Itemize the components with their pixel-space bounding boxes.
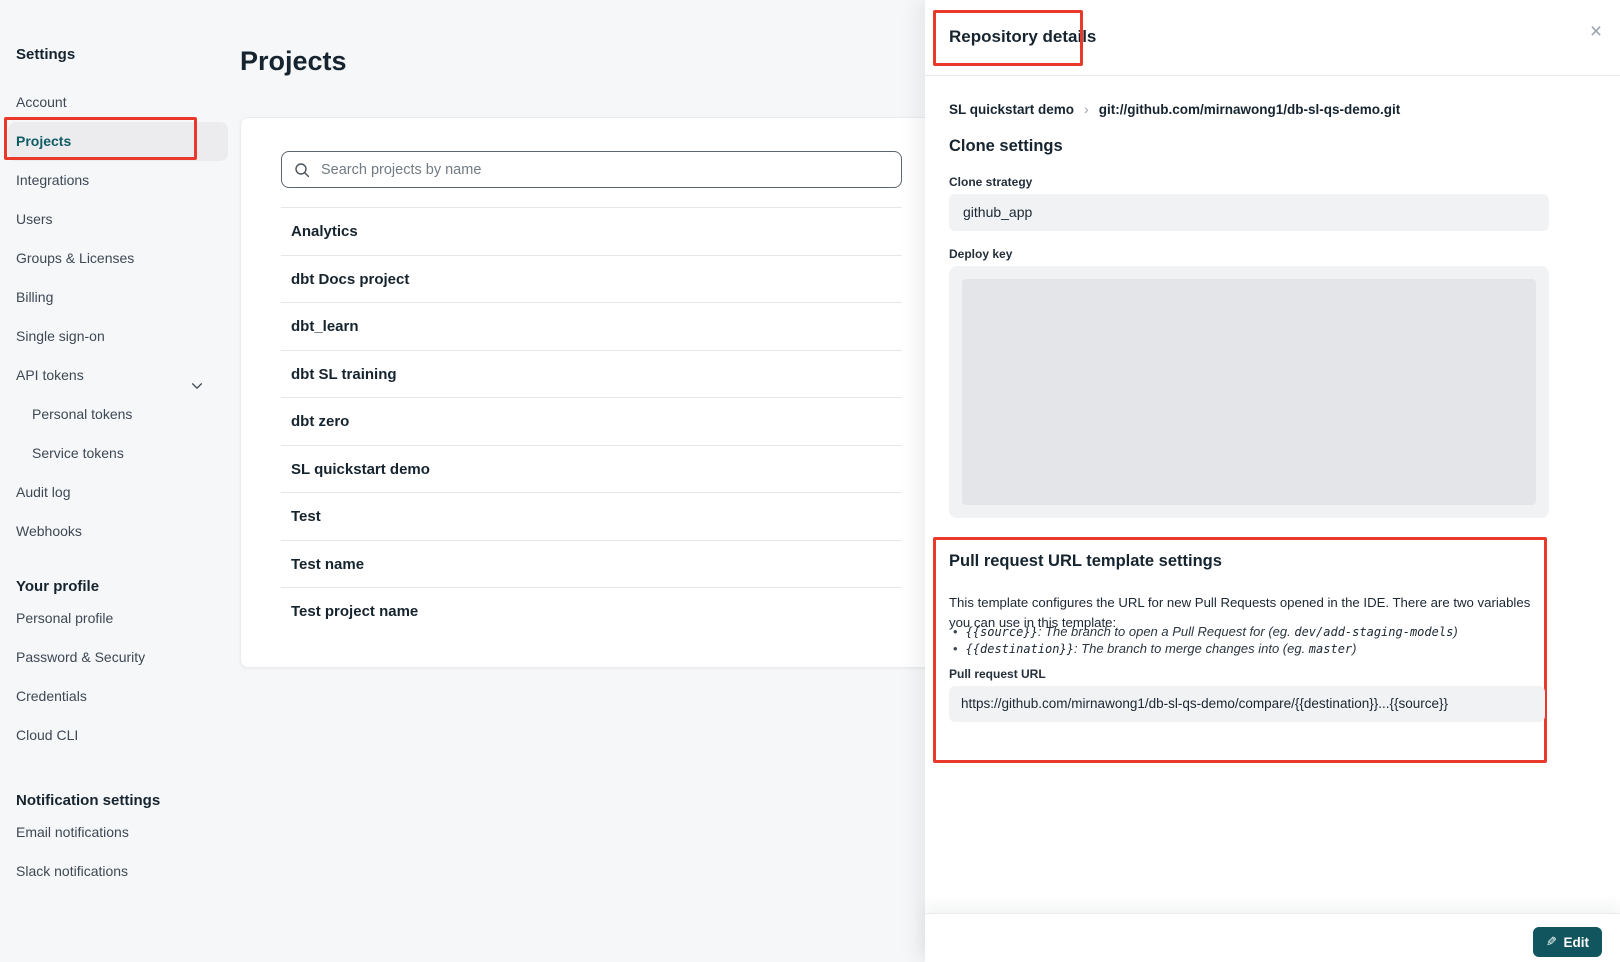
sidebar-item-integrations[interactable]: Integrations [0,161,240,200]
sidebar-heading-your-profile: Your profile [16,575,240,599]
sidebar-item-webhooks[interactable]: Webhooks [0,512,240,551]
variable-suffix: ) [1453,624,1457,639]
project-row-sl-quickstart-demo[interactable]: SL quickstart demo [281,445,902,493]
sidebar-item-service-tokens[interactable]: Service tokens [0,434,240,473]
sidebar-item-single-sign-on[interactable]: Single sign-on [0,317,240,356]
clone-settings-heading: Clone settings [949,137,1063,156]
project-row-dbt-zero[interactable]: dbt zero [281,397,902,445]
sidebar-item-personal-tokens[interactable]: Personal tokens [0,395,240,434]
close-icon[interactable]: × [1584,20,1608,44]
project-row-dbt-learn[interactable]: dbt_learn [281,302,902,350]
projects-card: Analyticsdbt Docs projectdbt_learndbt SL… [240,117,1010,668]
sidebar-item-billing[interactable]: Billing [0,278,240,317]
sidebar-item-credentials[interactable]: Credentials [0,677,240,716]
repository-details-panel: Repository details × SL quickstart demo … [925,0,1620,962]
sidebar-title: Settings [16,46,240,63]
project-row-analytics[interactable]: Analytics [281,207,902,255]
settings-sidebar: Settings AccountProjectsIntegrationsUser… [0,0,240,891]
panel-header: Repository details × [925,0,1620,76]
sidebar-item-slack-notifications[interactable]: Slack notifications [0,852,240,891]
project-list: Analyticsdbt Docs projectdbt_learndbt SL… [281,207,902,635]
pr-url-label: Pull request URL [949,667,1046,681]
variable-description: : The branch to open a Pull Request for … [1038,624,1295,639]
sidebar-item-email-notifications[interactable]: Email notifications [0,813,240,852]
sidebar-nav: AccountProjectsIntegrationsUsersGroups &… [0,83,240,891]
sidebar-heading-notification-settings: Notification settings [16,789,240,813]
sidebar-item-groups-licenses[interactable]: Groups & Licenses [0,239,240,278]
project-row-dbt-docs-project[interactable]: dbt Docs project [281,255,902,303]
pr-url-field: https://github.com/mirnawong1/db-sl-qs-d… [949,686,1545,722]
pr-template-variables: {{source}}: The branch to open a Pull Re… [951,624,1458,657]
clone-strategy-label: Clone strategy [949,175,1032,189]
breadcrumb-project: SL quickstart demo [949,102,1074,117]
chevron-down-icon[interactable] [190,369,204,383]
deploy-key-field [949,266,1549,518]
project-row-test-project-name[interactable]: Test project name [281,587,902,635]
pencil-icon: ✎ [1546,934,1557,950]
pr-template-variable: {{source}}: The branch to open a Pull Re… [951,624,1458,641]
variable-example: master [1309,642,1352,656]
project-row-dbt-sl-training[interactable]: dbt SL training [281,350,902,398]
sidebar-item-audit-log[interactable]: Audit log [0,473,240,512]
search-box[interactable] [281,151,902,188]
page-title: Projects [240,46,347,77]
variable-code: {{source}} [966,625,1038,639]
annotation-box-pr-template: Pull request URL template settings This … [933,537,1547,763]
panel-footer: ✎ Edit [925,913,1620,962]
chevron-right-icon: › [1084,101,1089,117]
search-icon [294,162,310,178]
project-row-test-name[interactable]: Test name [281,540,902,588]
project-row-test[interactable]: Test [281,492,902,540]
sidebar-item-users[interactable]: Users [0,200,240,239]
sidebar-item-personal-profile[interactable]: Personal profile [0,599,240,638]
annotation-box-sidebar-projects [4,117,197,160]
edit-button[interactable]: ✎ Edit [1533,927,1602,957]
variable-code: {{destination}} [966,642,1074,656]
search-input[interactable] [319,161,889,179]
breadcrumb: SL quickstart demo › git://github.com/mi… [949,101,1400,117]
sidebar-item-account[interactable]: Account [0,83,240,122]
panel-title: Repository details [949,27,1096,47]
sidebar-item-password-security[interactable]: Password & Security [0,638,240,677]
panel-body: SL quickstart demo › git://github.com/mi… [925,76,1620,913]
edit-button-label: Edit [1564,935,1590,950]
breadcrumb-repo-url: git://github.com/mirnawong1/db-sl-qs-dem… [1099,102,1400,117]
sidebar-item-api-tokens[interactable]: API tokens [0,356,240,395]
variable-example: dev/add-staging-models [1294,625,1453,639]
sidebar-item-projects[interactable]: Projects [8,122,228,161]
clone-strategy-field: github_app [949,194,1549,231]
sidebar-item-cloud-cli[interactable]: Cloud CLI [0,716,240,755]
deploy-key-label: Deploy key [949,247,1012,261]
pr-template-variable: {{destination}}: The branch to merge cha… [951,641,1458,658]
variable-description: : The branch to merge changes into (eg. [1074,641,1309,656]
deploy-key-redacted-value [962,279,1536,505]
variable-suffix: ) [1352,641,1356,656]
pr-template-heading: Pull request URL template settings [949,552,1222,571]
